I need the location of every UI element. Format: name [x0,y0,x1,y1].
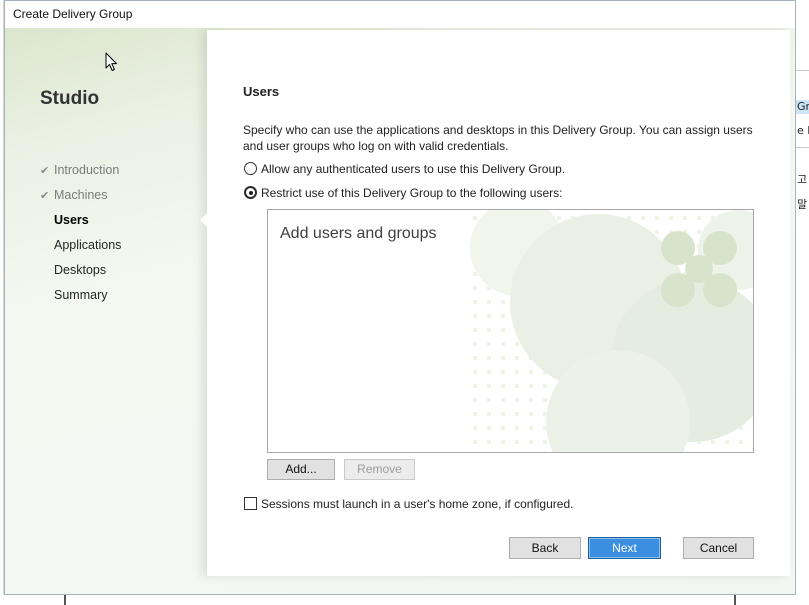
background-divider [796,70,809,71]
cancel-button[interactable]: Cancel [683,537,754,559]
background-divider [734,595,736,605]
background-divider [796,147,809,148]
window-title: Create Delivery Group [13,7,133,21]
home-zone-checkbox[interactable] [244,497,257,510]
current-step-pointer [200,213,207,227]
sidebar-item-label: Machines [54,188,108,202]
background-window-right-edge: Gro e D 고 말 [796,0,809,595]
user-list-box[interactable]: Add users and groups [267,209,754,453]
restrict-users-label[interactable]: Restrict use of this Delivery Group to t… [261,185,562,201]
page-title: Users [243,84,280,99]
create-delivery-group-dialog: Create Delivery Group Studio ✔ Introduct… [4,0,796,595]
wizard-content: Studio ✔ Introduction ✔ Machines ✔ Users… [5,28,795,594]
sidebar-item-users: ✔ Users [40,208,200,233]
background-window-bottom-edge [0,595,809,605]
next-button[interactable]: Next [588,537,661,559]
sidebar-item-label: Summary [54,288,108,302]
mouse-cursor-icon [105,52,117,71]
background-text-fragment: 말 [797,198,808,211]
users-page-panel: Users Specify who can use the applicatio… [207,30,790,576]
user-list-placeholder: Add users and groups [280,225,437,242]
home-zone-label[interactable]: Sessions must launch in a user's home zo… [261,496,573,512]
sidebar-item-desktops: ✔ Desktops [40,258,200,283]
sidebar-item-label: Introduction [54,163,120,177]
sidebar-item-label: Desktops [54,263,107,277]
sidebar-item-introduction[interactable]: ✔ Introduction [40,158,200,183]
title-bar[interactable]: Create Delivery Group [5,1,795,28]
background-text-fragment: 고 [797,173,808,186]
allow-any-users-label[interactable]: Allow any authenticated users to use thi… [261,161,565,177]
wizard-steps-nav: ✔ Introduction ✔ Machines ✔ Users ✔ Appl… [40,158,200,308]
remove-users-button[interactable]: Remove [344,459,415,480]
check-icon: ✔ [40,189,50,202]
sidebar-item-label: Applications [54,238,122,252]
sidebar-item-applications: ✔ Applications [40,233,200,258]
background-text-fragment: e D [797,124,809,137]
sidebar-item-summary: ✔ Summary [40,283,200,308]
add-users-button[interactable]: Add... [267,459,335,480]
citrix-watermark [470,210,753,452]
sidebar-item-machines[interactable]: ✔ Machines [40,183,200,208]
studio-brand: Studio [40,88,100,109]
sidebar-item-label: Users [54,213,89,227]
background-selected-item[interactable]: Gro [796,100,809,114]
check-icon: ✔ [40,164,50,177]
restrict-users-radio[interactable] [244,186,257,199]
back-button[interactable]: Back [509,537,581,559]
allow-any-users-radio[interactable] [244,162,257,175]
page-description: Specify who can use the applications and… [243,123,753,153]
background-divider [64,595,66,605]
